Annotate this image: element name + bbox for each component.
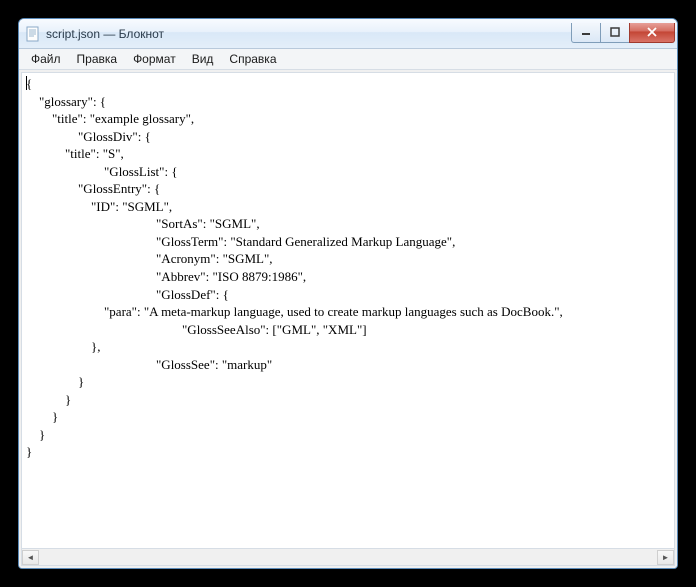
menu-file[interactable]: Файл xyxy=(23,50,69,68)
scroll-right-icon[interactable]: ► xyxy=(657,550,674,565)
window-title: script.json — Блокнот xyxy=(46,27,572,41)
text-cursor xyxy=(26,76,27,90)
scroll-left-icon[interactable]: ◄ xyxy=(22,550,39,565)
close-button[interactable] xyxy=(629,23,675,43)
text-editor[interactable]: { "glossary": { "title": "example glossa… xyxy=(21,72,675,549)
maximize-button[interactable] xyxy=(600,23,630,43)
editor-wrap: { "glossary": { "title": "example glossa… xyxy=(19,70,677,568)
notepad-icon xyxy=(25,26,41,42)
menu-format[interactable]: Формат xyxy=(125,50,184,68)
minimize-button[interactable] xyxy=(571,23,601,43)
horizontal-scrollbar[interactable]: ◄ ► xyxy=(21,549,675,566)
window-controls xyxy=(572,23,675,43)
window: script.json — Блокнот Файл Правка Формат… xyxy=(18,18,678,569)
menubar: Файл Правка Формат Вид Справка xyxy=(19,49,677,70)
menu-view[interactable]: Вид xyxy=(184,50,222,68)
menu-help[interactable]: Справка xyxy=(221,50,284,68)
titlebar[interactable]: script.json — Блокнот xyxy=(19,19,677,49)
menu-edit[interactable]: Правка xyxy=(69,50,126,68)
